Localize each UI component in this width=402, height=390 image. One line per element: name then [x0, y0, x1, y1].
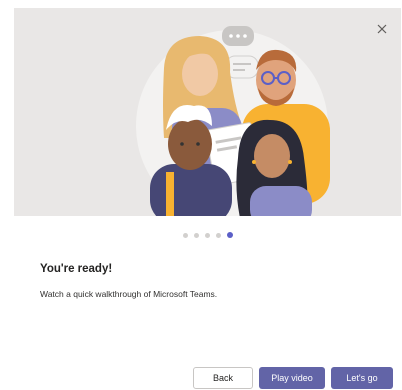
- people-illustration: [136, 26, 330, 216]
- carousel-dot-4[interactable]: [216, 232, 221, 238]
- close-icon-glyph: [377, 24, 387, 34]
- lets-go-button[interactable]: Let's go: [331, 367, 393, 389]
- carousel-dot-1[interactable]: [183, 232, 188, 238]
- illustration-panel: [14, 8, 401, 216]
- back-button[interactable]: Back: [193, 367, 253, 389]
- close-icon[interactable]: [377, 24, 395, 42]
- carousel-dot-3[interactable]: [205, 232, 210, 238]
- carousel-dots: [183, 232, 233, 238]
- play-video-button[interactable]: Play video: [259, 367, 325, 389]
- dialog-title: You're ready!: [40, 263, 113, 275]
- carousel-dot-5[interactable]: [227, 232, 233, 238]
- carousel-dot-2[interactable]: [194, 232, 199, 238]
- dialog-subtitle: Watch a quick walkthrough of Microsoft T…: [40, 289, 218, 299]
